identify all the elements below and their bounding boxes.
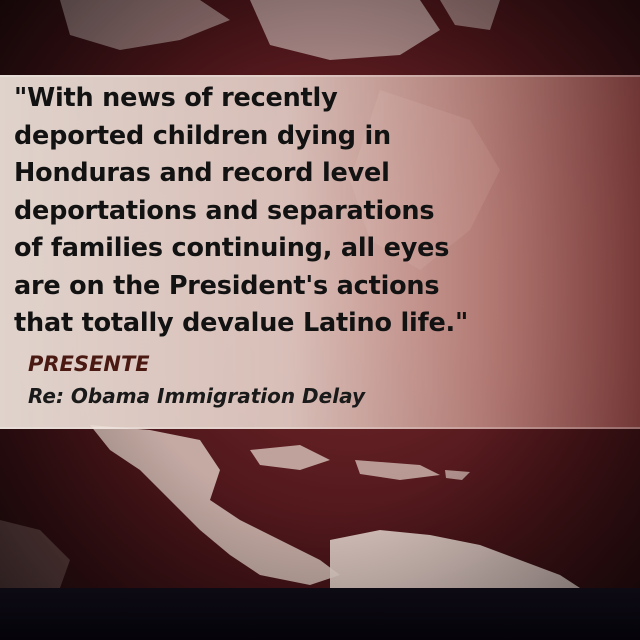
bottom-bar bbox=[0, 588, 640, 640]
quote-text: "With news of recently deported children… bbox=[14, 80, 614, 343]
quote-line: that totally devalue Latino life." bbox=[14, 308, 469, 338]
quote-line: deportations and separations bbox=[14, 195, 435, 226]
quote-line: "With news of recently bbox=[14, 83, 338, 113]
attribution-organization: PRESENTE bbox=[28, 352, 150, 376]
quote-line: Honduras and record level bbox=[14, 158, 390, 188]
quote-line: of families continuing, all eyes bbox=[14, 233, 450, 263]
quote-line: deported children dying in bbox=[14, 120, 392, 151]
image-frame: "With news of recently deported children… bbox=[0, 0, 640, 640]
quote-line: are on the President's actions bbox=[14, 270, 440, 301]
attribution-subject: Re: Obama Immigration Delay bbox=[28, 384, 365, 408]
